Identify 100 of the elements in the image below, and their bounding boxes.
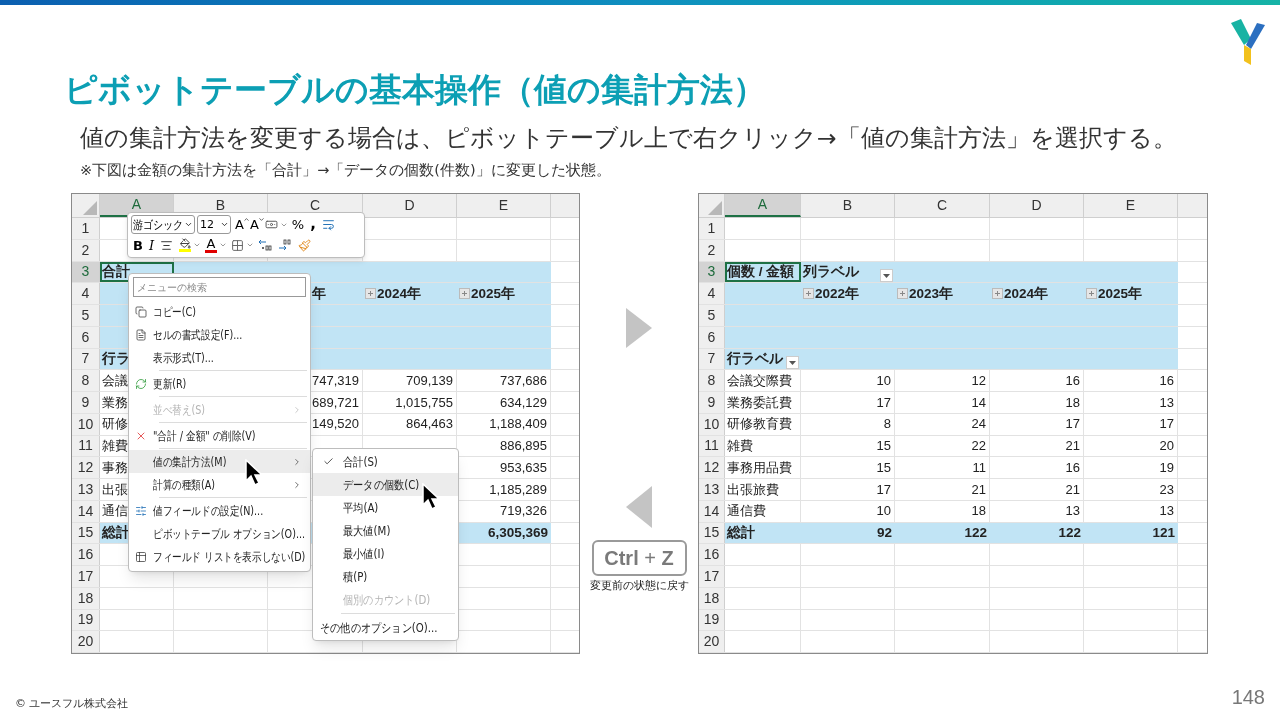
toolbar-button[interactable]: I [146, 238, 157, 252]
menu-item[interactable]: 最大値(M) [313, 519, 458, 542]
menu-item[interactable]: その他のオプション(O)... [313, 616, 458, 639]
row-header[interactable]: 18 [72, 587, 100, 609]
table-cell: 13 [990, 500, 1084, 522]
row-header[interactable]: 20 [699, 631, 725, 652]
toolbar-button[interactable]: , [308, 217, 318, 233]
row-header[interactable]: 9 [72, 392, 100, 413]
table-cell: 事務用品費 [725, 457, 801, 478]
column-header[interactable]: B [801, 194, 895, 217]
menu-item[interactable]: 平均(A) [313, 496, 458, 519]
row-header[interactable]: 16 [699, 544, 725, 565]
table-cell: 通信費 [725, 500, 801, 522]
toolbar-button[interactable]: B [131, 238, 145, 252]
row-header[interactable]: 10 [72, 413, 100, 435]
row-header[interactable]: 18 [699, 587, 725, 609]
menu-item[interactable]: 値の集計方法(M) [129, 450, 310, 473]
row-header[interactable]: 6 [72, 326, 100, 348]
row-header[interactable]: 5 [699, 305, 725, 326]
row-header[interactable]: 19 [72, 609, 100, 631]
row-header[interactable]: 4 [699, 283, 725, 304]
row-header[interactable]: 19 [699, 609, 725, 631]
row-header[interactable]: 15 [699, 522, 725, 544]
row-header[interactable]: 3 [699, 261, 725, 283]
menu-item[interactable]: 積(P) [313, 565, 458, 588]
cell-text: 2025年 [471, 284, 516, 303]
row-header[interactable]: 7 [699, 348, 725, 370]
row-header[interactable]: 14 [699, 500, 725, 522]
cell-text: 2025年 [1098, 284, 1143, 303]
row-header[interactable]: 1 [72, 218, 100, 239]
row-header[interactable]: 17 [699, 566, 725, 587]
row-header[interactable]: 14 [72, 500, 100, 522]
table-cell: 14 [895, 392, 990, 413]
expand-icon[interactable] [1086, 288, 1097, 300]
font-dropdown[interactable]: 游ゴシック [131, 215, 195, 235]
menu-item[interactable]: 合計(S) [313, 450, 458, 473]
row-header[interactable]: 11 [699, 435, 725, 457]
expand-icon[interactable] [459, 288, 470, 300]
row-header[interactable]: 8 [72, 370, 100, 391]
toolbar-button[interactable] [177, 238, 194, 253]
undo-caption: 変更前の状態に戻す [589, 578, 689, 593]
row-header[interactable]: 5 [72, 305, 100, 326]
table-icon [135, 550, 147, 563]
brush-icon [298, 238, 312, 252]
expand-icon[interactable] [803, 288, 814, 300]
row-header[interactable]: 7 [72, 348, 100, 370]
chevron-up-icon [242, 216, 250, 224]
size-dropdown[interactable]: 12 [197, 215, 231, 235]
expand-icon[interactable] [992, 288, 1003, 300]
search-field[interactable]: メニューの検索 [133, 277, 306, 297]
column-header[interactable]: C [895, 194, 990, 217]
row-header[interactable]: 12 [72, 457, 100, 478]
wrap-text-icon [321, 218, 335, 232]
column-header[interactable]: D [990, 194, 1084, 217]
row-header[interactable]: 8 [699, 370, 725, 391]
table-cell: 12 [895, 370, 990, 391]
row-header[interactable]: 3 [72, 261, 100, 283]
menu-item[interactable]: フィールド リストを表示しない(D) [129, 545, 310, 568]
row-header[interactable]: 15 [72, 522, 100, 544]
font-name: 游ゴシック [133, 216, 184, 234]
table-cell: 会議交際費 [725, 370, 801, 391]
row-header[interactable]: 13 [72, 479, 100, 500]
row-header[interactable]: 1 [699, 218, 725, 239]
table-cell: 11 [895, 457, 990, 478]
expand-icon[interactable] [365, 288, 376, 300]
row-header[interactable]: 20 [72, 631, 100, 652]
menu-item[interactable]: データの個数(C) [313, 473, 458, 496]
row-header[interactable]: 10 [699, 413, 725, 435]
table-cell: 13 [1084, 500, 1178, 522]
row-header[interactable]: 17 [72, 566, 100, 587]
menu-item[interactable]: 最小値(I) [313, 542, 458, 565]
toolbar-button[interactable]: A [247, 218, 261, 232]
column-header[interactable]: A [725, 194, 801, 217]
table-cell: 19 [1084, 457, 1178, 478]
row-header[interactable]: 16 [72, 544, 100, 565]
cell-text: 行ラベル [727, 349, 783, 368]
row-header[interactable]: 12 [699, 457, 725, 478]
toolbar-button[interactable]: A [233, 218, 246, 232]
toolbar-button[interactable]: % [289, 218, 307, 232]
column-header[interactable]: E [457, 194, 551, 217]
row-header[interactable]: 13 [699, 479, 725, 500]
row-header[interactable]: 11 [72, 435, 100, 457]
align-center-icon [160, 238, 174, 252]
column-header[interactable]: E [1084, 194, 1178, 217]
table-cell: 1,188,409 [457, 413, 551, 435]
filter-button[interactable] [880, 269, 893, 283]
filter-button[interactable] [786, 356, 799, 370]
toolbar-button[interactable] [256, 239, 275, 252]
toolbar-button[interactable]: A [203, 237, 220, 254]
table-cell: 21 [990, 479, 1084, 500]
row-header[interactable]: 6 [699, 326, 725, 348]
menu-item[interactable]: セルの書式設定(F)... [129, 323, 310, 346]
row-header[interactable]: 4 [72, 283, 100, 304]
expand-icon[interactable] [897, 288, 908, 300]
row-header[interactable]: 2 [72, 239, 100, 261]
table-cell: 709,139 [363, 370, 457, 391]
table-cell: 13 [1084, 392, 1178, 413]
table-cell: 研修教育費 [725, 413, 801, 435]
row-header[interactable]: 9 [699, 392, 725, 413]
row-header[interactable]: 2 [699, 239, 725, 261]
